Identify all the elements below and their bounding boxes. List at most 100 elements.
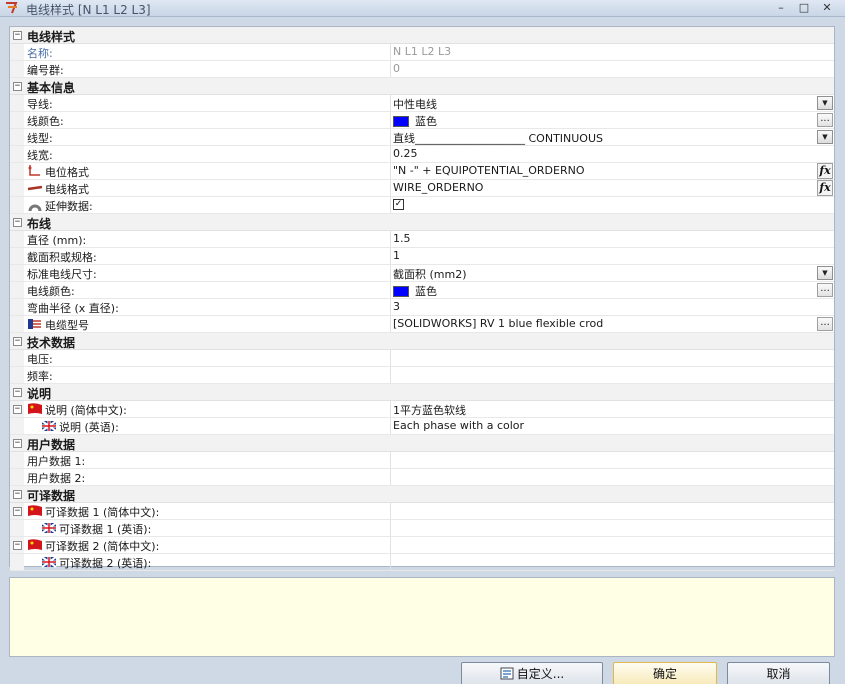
section-label: 截面积或规格: [27,251,97,264]
row-linetype[interactable]: 线型: 直线____________________ CONTINUOUS ▼ [10,129,834,146]
customize-button[interactable]: 自定义... [461,662,603,684]
row-wire-color[interactable]: 电线颜色: 蓝色 ... [10,282,834,299]
collapse-toggle[interactable]: − [13,541,22,550]
row-translatable-1-cn[interactable]: − 可译数据 1 (简体中文): [10,503,834,520]
wire-color-label: 电线颜色: [27,285,75,298]
category-label: 说明 [27,387,52,401]
ok-button[interactable]: 确定 [613,662,717,684]
collapse-toggle[interactable]: − [13,218,22,227]
row-diameter[interactable]: 直径 (mm): 1.5 [10,231,834,248]
row-translatable-1-en[interactable]: 可译数据 1 (英语): [10,520,834,537]
category-user-data[interactable]: − 用户数据 [10,435,834,452]
wire-format-value[interactable]: WIRE_ORDERNO [393,181,813,194]
row-user-data-2[interactable]: 用户数据 2: [10,469,834,486]
conductor-value[interactable]: 中性电线 [393,96,813,112]
minimize-button[interactable]: – [770,0,792,16]
cancel-button[interactable]: 取消 [727,662,830,684]
row-translatable-2-cn[interactable]: − 可译数据 2 (简体中文): [10,537,834,554]
formula-button[interactable]: fx [817,180,833,196]
china-flag-icon [28,403,42,414]
row-line-color[interactable]: 线颜色: 蓝色 ... [10,112,834,129]
row-potential-format[interactable]: 电位格式 "N -" + EQUIPOTENTIAL_ORDERNO fx [10,163,834,180]
category-basic-info[interactable]: − 基本信息 [10,78,834,95]
browse-button[interactable]: ... [817,317,833,331]
wire-format-label: 电线格式 [45,183,89,196]
collapse-toggle[interactable]: − [13,405,22,414]
row-cable-reference[interactable]: 电缆型号 [SOLIDWORKS] RV 1 blue flexible cro… [10,316,834,333]
row-description-en[interactable]: 说明 (英语): Each phase with a color [10,418,834,435]
cable-ref-value[interactable]: [SOLIDWORKS] RV 1 blue flexible crod [393,317,813,330]
category-wire-style[interactable]: − 电线样式 [10,27,834,44]
row-user-data-1[interactable]: 用户数据 1: [10,452,834,469]
row-voltage[interactable]: 电压: [10,350,834,367]
linewidth-value[interactable]: 0.25 [393,147,813,160]
row-group[interactable]: 编号群: 0 [10,61,834,78]
category-label: 基本信息 [27,81,76,95]
description-en-value[interactable]: Each phase with a color [393,419,813,432]
formula-button[interactable]: fx [817,163,833,179]
row-frequency[interactable]: 频率: [10,367,834,384]
user-data-1-label: 用户数据 1: [27,455,86,468]
maximize-button[interactable]: □ [793,0,815,16]
row-section[interactable]: 截面积或规格: 1 [10,248,834,265]
app-icon [6,2,18,14]
line-color-label: 线颜色: [27,115,64,128]
conductor-label: 导线: [27,98,53,111]
collapse-toggle[interactable]: − [13,388,22,397]
category-technical-data[interactable]: − 技术数据 [10,333,834,350]
linewidth-label: 线宽: [27,149,53,162]
potential-format-value[interactable]: "N -" + EQUIPOTENTIAL_ORDERNO [393,164,813,177]
category-label: 布线 [27,217,52,231]
extend-checkbox[interactable]: ✓ [393,199,404,210]
chevron-down-icon[interactable]: ▼ [817,266,833,280]
collapse-toggle[interactable]: − [13,337,22,346]
property-grid: − 电线样式 名称: N L1 L2 L3 编号群: 0 − 基本信息 导线: … [9,26,835,571]
row-description-cn[interactable]: − 说明 (简体中文): 1平方蓝色软线 [10,401,834,418]
row-std-size[interactable]: 标准电线尺寸: 截面积 (mm2) ▼ [10,265,834,282]
title-bar: 电线样式 [N L1 L2 L3] – □ ✕ [0,0,845,17]
section-value[interactable]: 1 [393,249,813,262]
linetype-label: 线型: [27,132,53,145]
collapse-toggle[interactable]: − [13,507,22,516]
category-translatable-data[interactable]: − 可译数据 [10,486,834,503]
chevron-down-icon[interactable]: ▼ [817,96,833,110]
bend-value[interactable]: 3 [393,300,813,313]
category-description[interactable]: − 说明 [10,384,834,401]
collapse-toggle[interactable]: − [13,31,22,40]
uk-flag-icon [41,556,57,568]
std-size-value[interactable]: 截面积 (mm2) [393,266,813,282]
browse-button[interactable]: ... [817,113,833,127]
potential-icon [28,165,40,176]
bend-label: 弯曲半径 (x 直径): [27,302,119,315]
wire-color-value[interactable]: 蓝色 [393,283,813,299]
color-swatch [393,286,409,297]
diameter-label: 直径 (mm): [27,234,87,247]
row-translatable-2-en[interactable]: 可译数据 2 (英语): [10,554,834,571]
description-cn-value[interactable]: 1平方蓝色软线 [393,402,813,418]
line-color-value[interactable]: 蓝色 [393,113,813,129]
row-name[interactable]: 名称: N L1 L2 L3 [10,44,834,61]
collapse-toggle[interactable]: − [13,82,22,91]
row-bend-radius[interactable]: 弯曲半径 (x 直径): 3 [10,299,834,316]
group-label: 编号群: [27,64,64,77]
std-size-label: 标准电线尺寸: [27,268,97,281]
extend-icon [28,204,42,212]
category-routing[interactable]: − 布线 [10,214,834,231]
category-label: 技术数据 [27,336,76,350]
diameter-value[interactable]: 1.5 [393,232,813,245]
cable-ref-label: 电缆型号 [45,319,89,332]
category-label: 用户数据 [27,438,76,452]
row-conductor[interactable]: 导线: 中性电线 ▼ [10,95,834,112]
row-linewidth[interactable]: 线宽: 0.25 [10,146,834,163]
collapse-toggle[interactable]: − [13,439,22,448]
potential-format-label: 电位格式 [45,166,89,179]
linetype-value[interactable]: 直线____________________ CONTINUOUS [393,130,813,146]
chevron-down-icon[interactable]: ▼ [817,130,833,144]
close-button[interactable]: ✕ [816,0,838,16]
frequency-label: 频率: [27,370,53,383]
row-wire-format[interactable]: 电线格式 WIRE_ORDERNO fx [10,180,834,197]
row-extend[interactable]: 延伸数据: ✓ [10,197,834,214]
category-label: 可译数据 [27,489,76,503]
collapse-toggle[interactable]: − [13,490,22,499]
browse-button[interactable]: ... [817,283,833,297]
